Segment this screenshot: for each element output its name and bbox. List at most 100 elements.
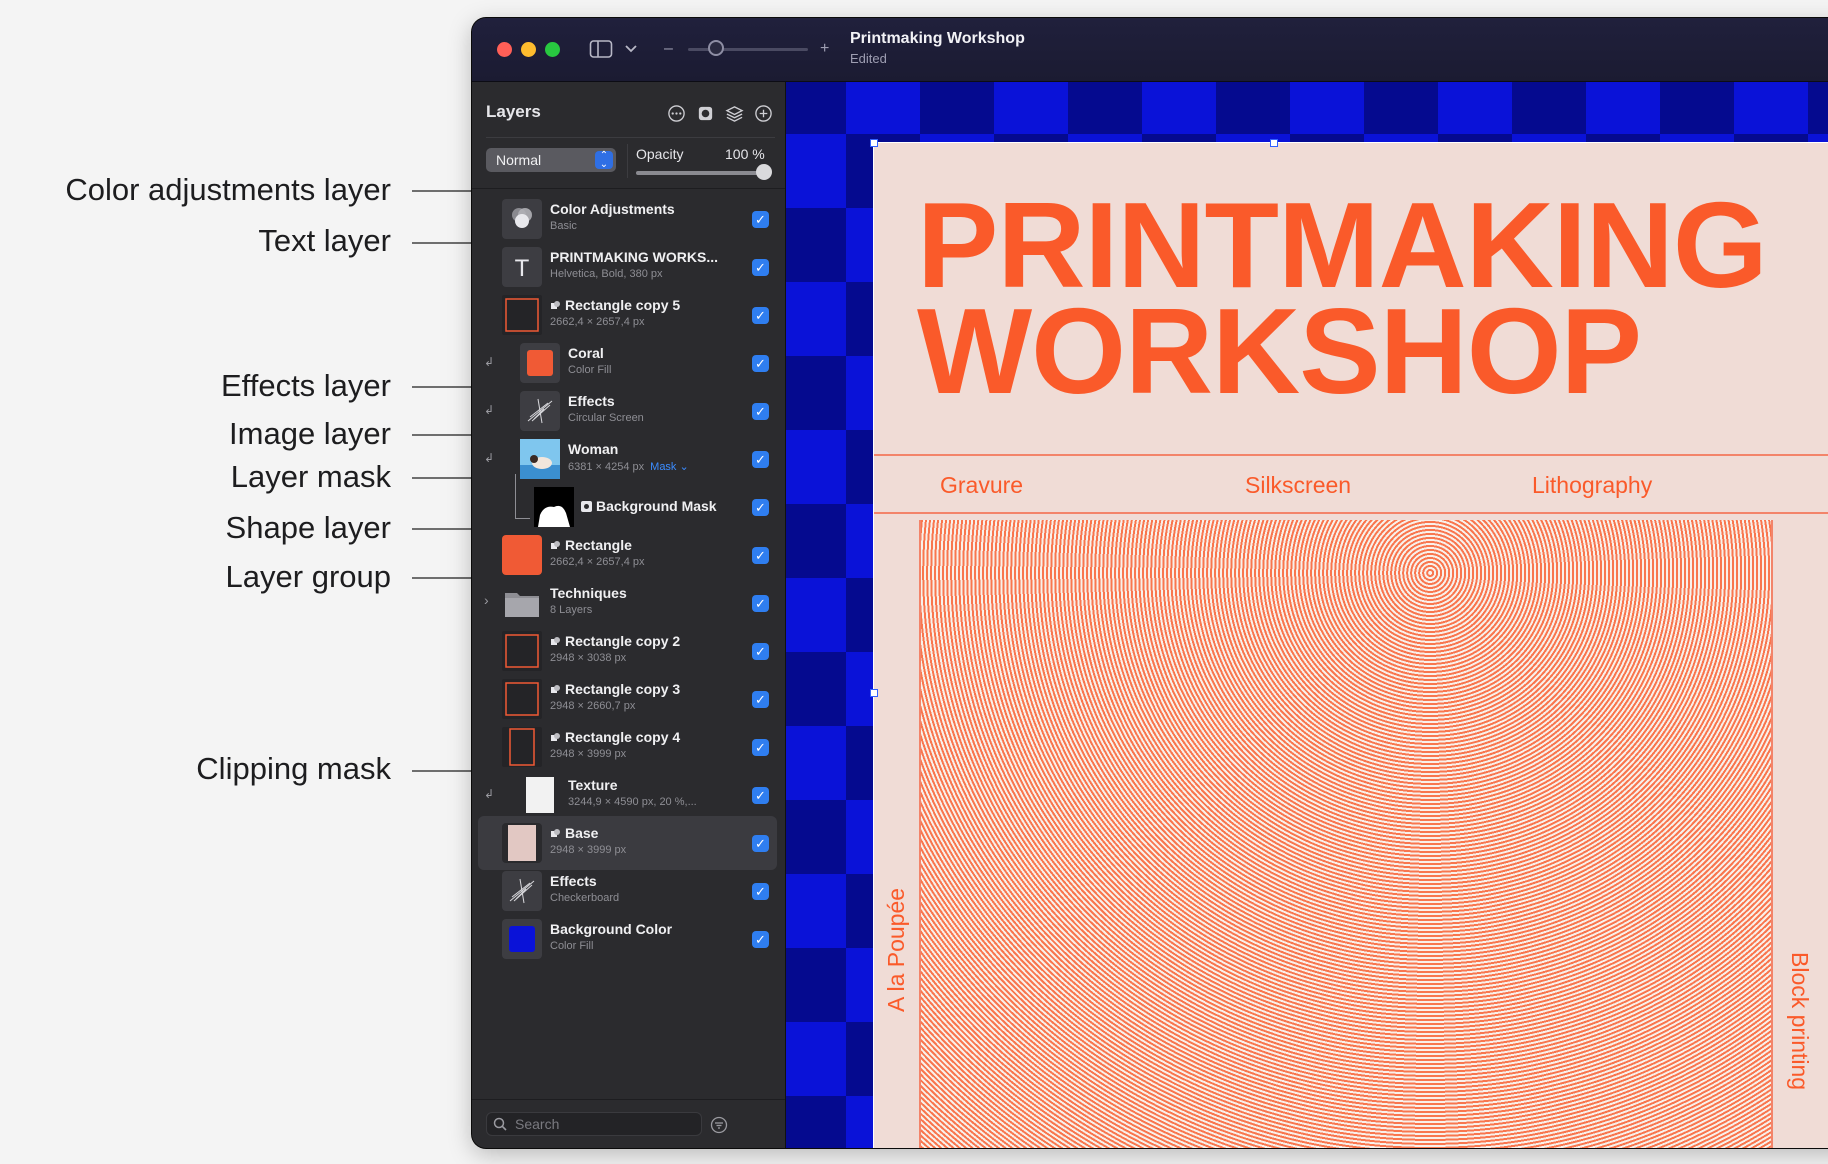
visibility-checkbox[interactable]: ✓ (752, 595, 769, 612)
layer-meta-text: Color Fill (568, 364, 612, 376)
visibility-checkbox[interactable]: ✓ (752, 403, 769, 420)
layer-thumbnail (502, 583, 542, 623)
zoom-in-button[interactable]: + (820, 40, 829, 58)
layer-name-text: Effects (550, 873, 597, 889)
visibility-checkbox[interactable]: ✓ (752, 931, 769, 948)
close-window-button[interactable] (497, 42, 512, 57)
poster-rule (873, 512, 1828, 514)
visibility-checkbox[interactable]: ✓ (752, 739, 769, 756)
layer-row[interactable]: Rectangle copy 2 2948 × 3038 px ✓ (478, 624, 777, 678)
technique-label: Gravure (940, 472, 1024, 498)
shape-icon (551, 829, 560, 837)
mask-dropdown[interactable]: Mask ⌄ (650, 461, 689, 473)
layer-row[interactable]: Base 2948 × 3999 px ✓ (478, 816, 777, 870)
layer-row[interactable]: ↲ Texture 3244,9 × 4590 px, 20 %,... ✓ (478, 768, 777, 822)
opacity-value[interactable]: 100 % (725, 146, 765, 162)
layer-row[interactable]: T PRINTMAKING WORKS... Helvetica, Bold, 38… (478, 240, 777, 294)
search-icon (493, 1117, 507, 1131)
layer-name-text: Techniques (550, 585, 627, 601)
document-status: Edited (850, 51, 887, 66)
layer-row[interactable]: Rectangle copy 3 2948 × 2660,7 px ✓ (478, 672, 777, 726)
mask-icon[interactable] (696, 104, 715, 123)
layer-thumbnail (502, 871, 542, 911)
layer-meta-text: 6381 × 4254 px (568, 461, 645, 473)
visibility-checkbox[interactable]: ✓ (752, 211, 769, 228)
visibility-checkbox[interactable]: ✓ (752, 451, 769, 468)
layer-meta: Helvetica, Bold, 380 px (550, 268, 663, 280)
annotation-label: Layer mask (230, 459, 391, 494)
panel-header-actions (667, 104, 773, 123)
layer-thumbnail (520, 343, 560, 383)
clipping-arrow-icon: ↲ (484, 355, 495, 369)
visibility-checkbox[interactable]: ✓ (752, 355, 769, 372)
layer-thumbnail (520, 439, 560, 479)
zoom-out-button[interactable]: – (664, 40, 673, 58)
layer-thumbnail (520, 391, 560, 431)
clipping-arrow-icon: ↲ (484, 403, 495, 417)
minimize-window-button[interactable] (521, 42, 536, 57)
layers-stack-icon[interactable] (725, 104, 744, 123)
layers-panel: Layers Normal ⌃ ⌄ Opacity 100 % Color Ad… (472, 82, 786, 1148)
layer-row[interactable]: ↲ Coral Color Fill ✓ (478, 336, 777, 390)
visibility-checkbox[interactable]: ✓ (752, 307, 769, 324)
layer-name: Color Adjustments (550, 201, 675, 217)
zoom-slider-knob[interactable] (708, 40, 724, 56)
visibility-checkbox[interactable]: ✓ (752, 787, 769, 804)
layer-name: Background Color (550, 921, 672, 937)
layer-thumbnail (502, 823, 542, 863)
layer-thumbnail (520, 775, 560, 815)
filter-icon[interactable] (710, 1116, 728, 1134)
canvas[interactable]: PRINTMAKING WORKSHOP Gravure Silkscreen … (786, 82, 1828, 1148)
visibility-checkbox[interactable]: ✓ (752, 259, 769, 276)
woman-photo[interactable] (919, 520, 1771, 1148)
chevron-down-icon[interactable] (624, 38, 638, 60)
layer-name-text: Effects (568, 393, 615, 409)
layer-name-text: Color Adjustments (550, 201, 675, 217)
layer-row[interactable]: Background Color Color Fill ✓ (478, 912, 777, 966)
updown-chevron-icon: ⌃ ⌄ (595, 151, 613, 170)
layer-name: Coral (568, 345, 604, 361)
layer-name-text: Background Color (550, 921, 673, 937)
mask-connector (515, 474, 530, 519)
layer-row[interactable]: ↲ Effects Circular Screen ✓ (478, 384, 777, 438)
resize-handle[interactable] (1270, 139, 1278, 147)
poster-rule (873, 454, 1828, 456)
layer-name-text: Rectangle copy 3 (565, 681, 681, 697)
side-label-right: Block printing (1787, 952, 1813, 1091)
layer-meta: 2948 × 2660,7 px (550, 700, 635, 712)
document-title: Printmaking Workshop (850, 30, 1025, 47)
mask-icon (581, 501, 592, 512)
sidebar-toggle-icon[interactable] (589, 38, 613, 60)
poster-title[interactable]: PRINTMAKING WORKSHOP (917, 184, 1768, 412)
resize-handle[interactable] (870, 139, 878, 147)
poster-rule (1771, 520, 1773, 1148)
add-icon[interactable] (754, 104, 773, 123)
layer-row[interactable]: Color Adjustments Basic ✓ (478, 192, 777, 246)
more-icon[interactable] (667, 104, 686, 123)
layer-row[interactable]: Effects Checkerboard ✓ (478, 864, 777, 918)
disclosure-chevron-icon[interactable]: › (484, 592, 489, 608)
visibility-checkbox[interactable]: ✓ (752, 643, 769, 660)
blend-mode-select[interactable]: Normal ⌃ ⌄ (486, 148, 616, 172)
opacity-slider[interactable] (636, 171, 764, 175)
search-field[interactable]: Search (486, 1112, 702, 1136)
layer-row[interactable]: › Techniques 8 Layers ✓ (478, 576, 777, 630)
visibility-checkbox[interactable]: ✓ (752, 835, 769, 852)
opacity-slider-knob[interactable] (756, 164, 772, 180)
visibility-checkbox[interactable]: ✓ (752, 499, 769, 516)
layer-name-text: Rectangle copy 2 (565, 633, 681, 649)
layer-row[interactable]: Rectangle copy 5 2662,4 × 2657,4 px ✓ (478, 288, 777, 342)
resize-handle[interactable] (870, 689, 878, 697)
visibility-checkbox[interactable]: ✓ (752, 691, 769, 708)
layer-thumbnail (534, 487, 574, 527)
layer-meta: Color Fill (550, 940, 593, 952)
zoom-window-button[interactable] (545, 42, 560, 57)
layer-row[interactable]: Rectangle 2662,4 × 2657,4 px ✓ (478, 528, 777, 582)
divider (627, 144, 628, 178)
visibility-checkbox[interactable]: ✓ (752, 547, 769, 564)
layer-name-text: Base (565, 825, 599, 841)
visibility-checkbox[interactable]: ✓ (752, 883, 769, 900)
poster-artboard[interactable]: PRINTMAKING WORKSHOP Gravure Silkscreen … (873, 142, 1828, 1148)
layer-row[interactable]: Rectangle copy 4 2948 × 3999 px ✓ (478, 720, 777, 774)
zoom-slider[interactable] (688, 48, 808, 51)
